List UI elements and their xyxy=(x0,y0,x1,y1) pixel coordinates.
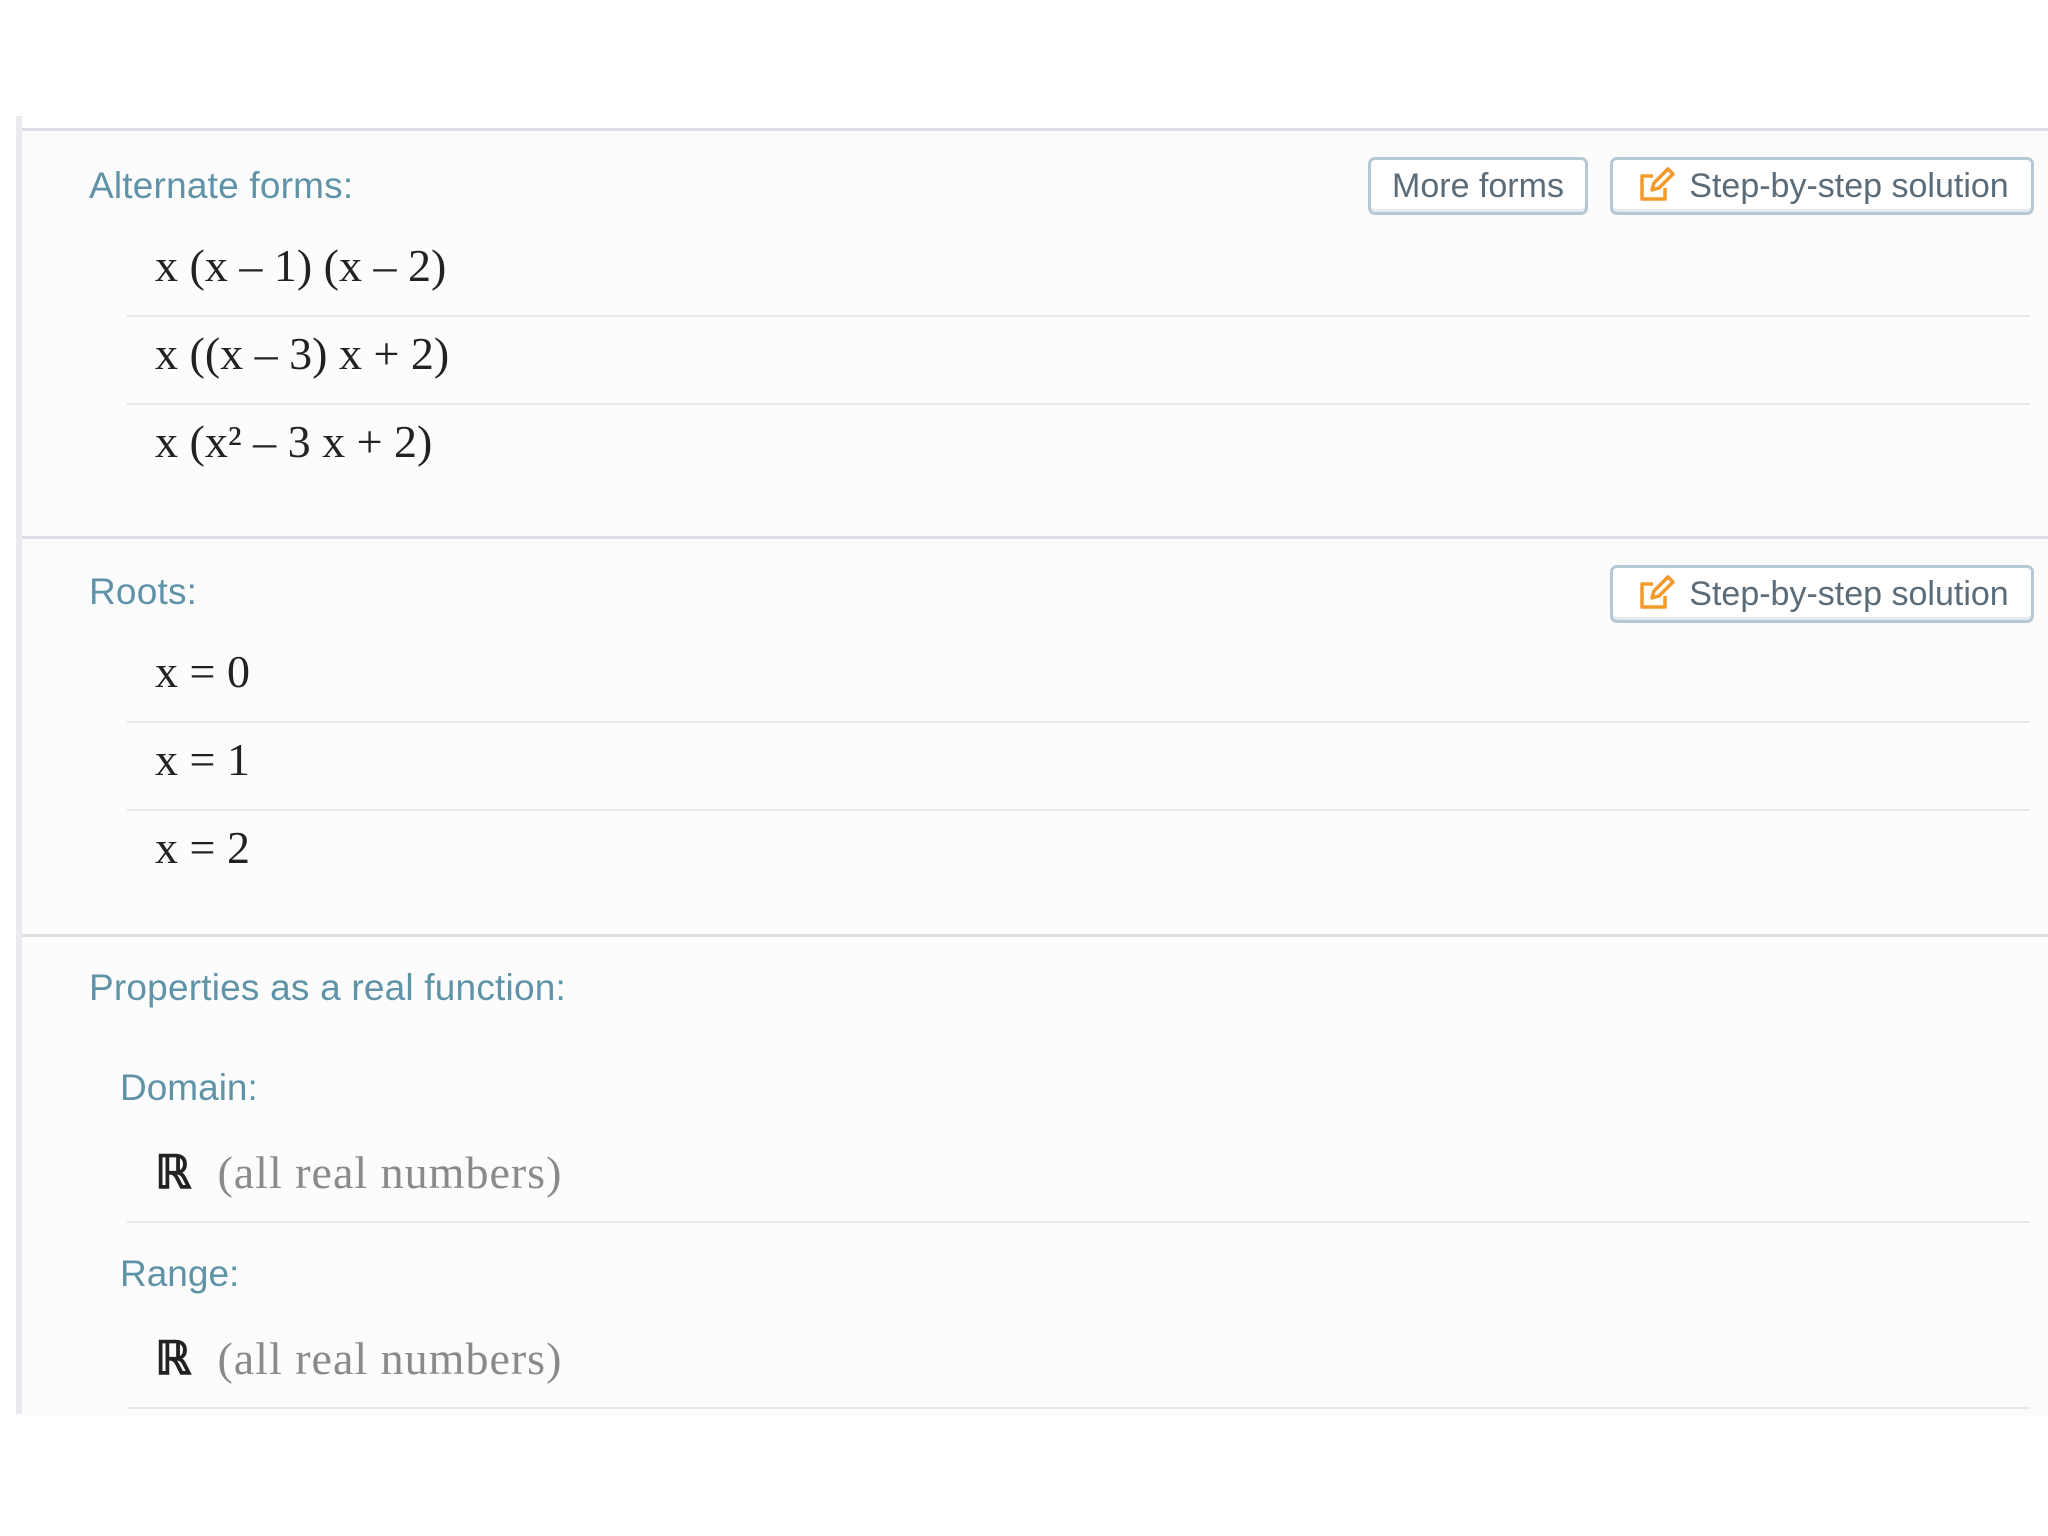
alternate-form-3: x (x² – 3 x + 2) xyxy=(155,416,433,467)
properties-pod: Properties as a real function: Domain: ℝ… xyxy=(22,934,2048,1417)
domain-row: ℝ (all real numbers) xyxy=(127,1133,2030,1223)
step-by-step-label: Step-by-step solution xyxy=(1689,166,2009,205)
roots-step-by-step-button[interactable]: Step-by-step solution xyxy=(1610,565,2034,623)
root-1: x = 0 xyxy=(155,646,250,697)
roots-pod: Roots: Step-by-step solution x = 0 x = 1… xyxy=(22,536,2048,937)
more-forms-button[interactable]: More forms xyxy=(1368,157,1588,215)
domain-description: (all real numbers) xyxy=(217,1147,563,1198)
alternate-forms-step-by-step-button[interactable]: Step-by-step solution xyxy=(1610,157,2034,215)
range-label: Range: xyxy=(120,1253,240,1294)
alternate-forms-pod: Alternate forms: More forms Step-by-step… xyxy=(22,128,2048,539)
edit-pencil-icon xyxy=(1640,575,1676,609)
real-numbers-symbol: ℝ xyxy=(155,1333,192,1384)
range-row: ℝ (all real numbers) xyxy=(127,1319,2030,1409)
real-numbers-symbol: ℝ xyxy=(155,1147,192,1198)
alternate-form-row: x (x² – 3 x + 2) xyxy=(127,403,2030,491)
alternate-form-2: x ((x – 3) x + 2) xyxy=(155,328,450,379)
root-row: x = 0 xyxy=(127,633,2030,723)
root-3: x = 2 xyxy=(155,822,250,873)
step-by-step-label: Step-by-step solution xyxy=(1689,574,2009,613)
page: Alternate forms: More forms Step-by-step… xyxy=(0,0,2048,1536)
domain-label: Domain: xyxy=(120,1067,258,1108)
more-forms-label: More forms xyxy=(1392,166,1564,205)
domain-value: ℝ (all real numbers) xyxy=(155,1145,562,1199)
range-value: ℝ (all real numbers) xyxy=(155,1331,562,1385)
root-row: x = 1 xyxy=(127,721,2030,811)
range-description: (all real numbers) xyxy=(217,1333,563,1384)
alternate-forms-title: Alternate forms: xyxy=(89,165,354,206)
properties-title: Properties as a real function: xyxy=(89,967,566,1008)
alternate-form-row: x ((x – 3) x + 2) xyxy=(127,315,2030,405)
alternate-form-row: x (x – 1) (x – 2) xyxy=(127,227,2030,317)
root-row: x = 2 xyxy=(127,809,2030,897)
edit-pencil-icon xyxy=(1640,167,1676,201)
root-2: x = 1 xyxy=(155,734,250,785)
roots-title: Roots: xyxy=(89,571,198,612)
alternate-form-1: x (x – 1) (x – 2) xyxy=(155,240,447,291)
